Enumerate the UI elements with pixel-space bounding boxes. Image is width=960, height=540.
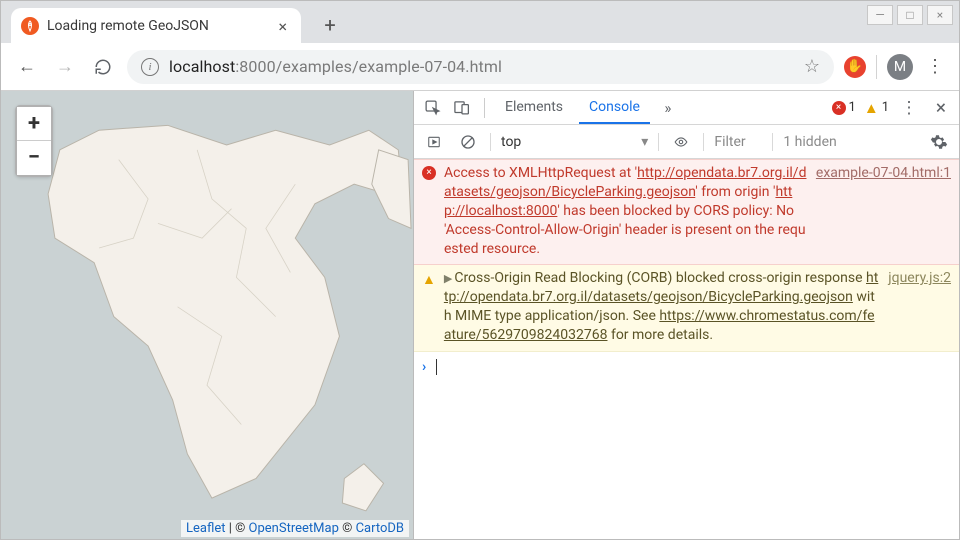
url-text: localhost:8000/examples/example-07-04.ht… (169, 57, 502, 76)
new-tab-button[interactable]: + (315, 10, 345, 40)
browser-menu-button[interactable]: ⋮ (923, 55, 947, 79)
window-minimize-button[interactable]: — (867, 5, 893, 25)
device-toolbar-icon[interactable] (450, 96, 474, 120)
site-info-icon[interactable]: i (141, 58, 159, 76)
bookmark-star-icon[interactable]: ☆ (804, 56, 820, 77)
warning-glyph-icon: ▲ (422, 271, 436, 345)
error-count-badge[interactable]: × 1 (832, 100, 856, 115)
hidden-count[interactable]: 1 hidden (783, 134, 836, 150)
console-prompt[interactable]: › (414, 352, 959, 383)
back-button[interactable]: ← (13, 53, 41, 81)
warning-count-badge[interactable]: ▲ 1 (864, 99, 889, 117)
zoom-in-button[interactable]: + (17, 107, 51, 141)
map-pane[interactable]: + − Leaflet | © OpenStreetMap © CartoDB (1, 91, 414, 539)
devtools-tabbar: Elements Console » × 1 ▲ 1 ⋮ × (414, 91, 959, 125)
console-filter-bar: top ▾ Filter 1 hidden (414, 125, 959, 159)
map-tiles (1, 91, 413, 532)
context-selector[interactable]: top ▾ (501, 134, 648, 150)
console-warning-message[interactable]: ▲ ▶Cross-Origin Read Blocking (CORB) blo… (414, 265, 959, 352)
window-close-button[interactable]: × (927, 5, 953, 25)
browser-toolbar: ← → i localhost:8000/examples/example-07… (1, 43, 959, 91)
window-controls: — □ × (867, 5, 953, 25)
console-settings-icon[interactable] (927, 130, 951, 154)
error-dot-icon: × (832, 101, 846, 115)
window-maximize-button[interactable]: □ (897, 5, 923, 25)
zoom-out-button[interactable]: − (17, 141, 51, 175)
console-error-message[interactable]: × Access to XMLHttpRequest at 'http://op… (414, 159, 959, 265)
error-text: Access to XMLHttpRequest at 'http://open… (444, 164, 808, 258)
input-caret (436, 359, 437, 375)
osm-link[interactable]: OpenStreetMap (249, 521, 339, 536)
devtools-menu-button[interactable]: ⋮ (897, 96, 921, 120)
content-area: + − Leaflet | © OpenStreetMap © CartoDB … (1, 91, 959, 539)
more-tabs-icon[interactable]: » (656, 96, 680, 120)
reload-button[interactable] (89, 53, 117, 81)
expand-triangle-icon[interactable]: ▶ (444, 272, 452, 285)
tab-title: Loading remote GeoJSON (47, 18, 266, 34)
browser-tab[interactable]: Loading remote GeoJSON × (11, 8, 301, 44)
cartodb-link[interactable]: CartoDB (356, 521, 404, 536)
profile-avatar[interactable]: M (887, 54, 913, 80)
execution-context-icon[interactable] (422, 130, 446, 154)
address-bar[interactable]: i localhost:8000/examples/example-07-04.… (127, 50, 834, 84)
warning-source-link[interactable]: jquery.js:2 (888, 269, 951, 345)
console-output: × Access to XMLHttpRequest at 'http://op… (414, 159, 959, 539)
filter-input[interactable]: Filter (714, 134, 762, 150)
clear-console-icon[interactable] (456, 130, 480, 154)
leaflet-link[interactable]: Leaflet (186, 521, 226, 536)
warning-triangle-icon: ▲ (864, 99, 879, 117)
warning-text: ▶Cross-Origin Read Blocking (CORB) block… (444, 269, 880, 345)
favicon-icon (21, 17, 39, 35)
tab-close-button[interactable]: × (274, 17, 291, 36)
error-source-link[interactable]: example-07-04.html:1 (816, 164, 951, 258)
live-expression-icon[interactable] (669, 130, 693, 154)
map-attribution: Leaflet | © OpenStreetMap © CartoDB (181, 520, 409, 537)
extension-ublock-icon[interactable]: ✋ (844, 56, 866, 78)
devtools-close-button[interactable]: × (929, 96, 953, 120)
zoom-control: + − (15, 105, 53, 177)
error-glyph-icon: × (422, 166, 436, 180)
prompt-chevron-icon: › (422, 358, 426, 377)
tab-elements[interactable]: Elements (495, 91, 573, 124)
forward-button[interactable]: → (51, 53, 79, 81)
tab-console[interactable]: Console (579, 91, 650, 124)
toolbar-separator (876, 55, 877, 79)
inspect-element-icon[interactable] (420, 96, 444, 120)
tab-strip: Loading remote GeoJSON × + (1, 1, 959, 43)
devtools-panel: Elements Console » × 1 ▲ 1 ⋮ × (414, 91, 959, 539)
